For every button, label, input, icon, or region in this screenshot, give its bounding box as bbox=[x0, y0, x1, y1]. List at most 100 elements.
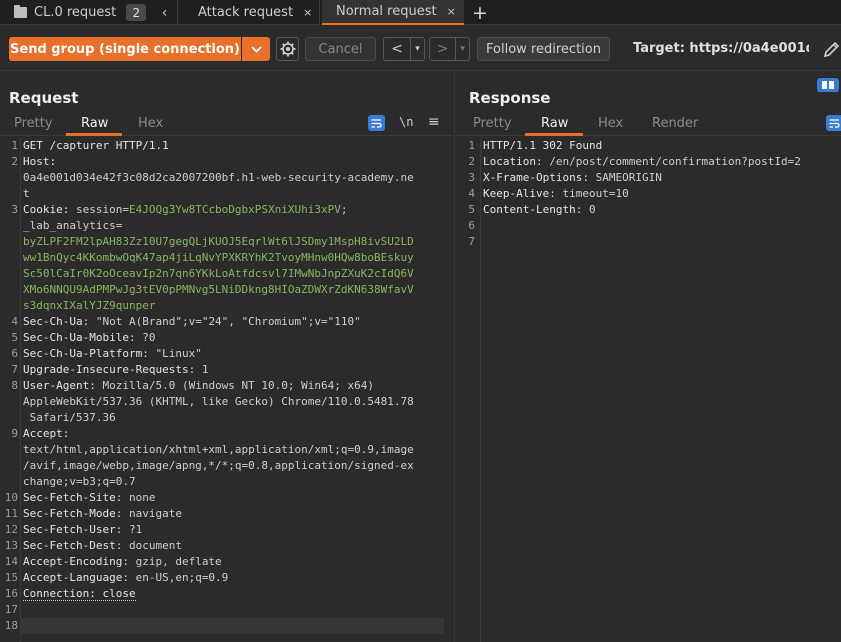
code-line: Sec-Fetch-Dest: document bbox=[23, 538, 182, 554]
code-line: Sec-Fetch-Mode: navigate bbox=[23, 506, 182, 522]
code-line: Sec-Ch-Ua-Mobile: ?0 bbox=[23, 330, 155, 346]
line-number: 17 bbox=[4, 603, 18, 616]
code-token: Sec-Ch-Ua-Mobile bbox=[23, 331, 129, 344]
hamburger-menu-icon[interactable]: ≡ bbox=[428, 114, 440, 130]
tab-request-pretty[interactable]: Pretty bbox=[14, 116, 53, 131]
code-line: HTTP/1.1 302 Found bbox=[483, 138, 602, 154]
code-token: Sec-Fetch-User bbox=[23, 523, 116, 536]
line-number: 1 bbox=[11, 139, 18, 152]
code-token: : none bbox=[115, 491, 156, 504]
code-token: Accept-Language bbox=[23, 571, 123, 584]
code-token: : timeout=10 bbox=[549, 187, 629, 200]
wrap-lines-icon[interactable] bbox=[826, 115, 841, 131]
tab-response-render[interactable]: Render bbox=[652, 116, 698, 131]
send-options-dropdown[interactable] bbox=[242, 37, 270, 61]
code-token: text/html,application/xhtml+xml,applicat… bbox=[23, 443, 414, 456]
code-token: : en-US,en;q=0.9 bbox=[122, 571, 229, 584]
code-line: Accept-Encoding: gzip, deflate bbox=[23, 554, 222, 570]
code-token: : ?0 bbox=[128, 331, 156, 344]
line-number: 8 bbox=[11, 379, 18, 392]
line-number: 10 bbox=[4, 491, 18, 504]
code-token: Sec-Ch-Ua-Platform bbox=[23, 347, 143, 360]
code-line: Sec-Fetch-Site: none bbox=[23, 490, 155, 506]
toolbar: Send group (single connection) Cancel < … bbox=[0, 25, 841, 71]
tab-attack-label: Attack request bbox=[198, 5, 294, 20]
line-number: 2 bbox=[468, 155, 475, 168]
code-token: t bbox=[23, 187, 30, 200]
pencil-icon[interactable] bbox=[822, 40, 841, 59]
tab-attack-request[interactable]: Attack request × bbox=[180, 0, 320, 25]
forward-button-group[interactable]: > ▾ bbox=[429, 37, 470, 61]
response-title: Response bbox=[469, 89, 551, 107]
code-line: Connection: close bbox=[23, 586, 136, 602]
line-number: 16 bbox=[4, 587, 18, 600]
line-number: 3 bbox=[468, 171, 475, 184]
code-line: AppleWebKit/537.36 (KHTML, like Gecko) C… bbox=[23, 394, 414, 410]
code-line: Sc50lCaIr0K2oOceavIp2n7qn6YKkLoAtfdcsvl7… bbox=[23, 266, 414, 282]
tab-response-raw[interactable]: Raw bbox=[541, 116, 568, 131]
code-token: Accept bbox=[23, 427, 63, 440]
tab-request-hex[interactable]: Hex bbox=[138, 116, 163, 131]
response-pane: Response Pretty Raw Hex Render 1 HTTP/1.1… bbox=[457, 72, 841, 642]
tab-normal-label: Normal request bbox=[336, 4, 437, 19]
code-token: X-Frame-Options bbox=[483, 171, 583, 184]
forward-history-dropdown[interactable]: ▾ bbox=[455, 38, 469, 60]
cancel-button[interactable]: Cancel bbox=[305, 37, 376, 61]
tab-collapse-arrow[interactable]: ‹ bbox=[152, 0, 178, 25]
code-token: Content-Length bbox=[483, 203, 576, 216]
code-token: : bbox=[62, 427, 70, 440]
code-line: ww1BnQyc4KKombwOqK47ap4jiLqNvYPXKRYhK2Tv… bbox=[23, 250, 414, 266]
code-token: : gzip, deflate bbox=[122, 555, 222, 568]
tab-request-raw[interactable]: Raw bbox=[81, 116, 108, 131]
line-number: 18 bbox=[4, 619, 18, 632]
close-icon[interactable]: × bbox=[447, 5, 456, 18]
code-token: : SAMEORIGIN bbox=[582, 171, 662, 184]
code-token: _lab_analytics= bbox=[23, 219, 123, 232]
code-token: Sec-Fetch-Site bbox=[23, 491, 116, 504]
wrap-lines-icon[interactable] bbox=[368, 115, 385, 131]
code-token: ; bbox=[340, 203, 348, 216]
back-history-dropdown[interactable]: ▾ bbox=[410, 38, 424, 60]
tab-response-pretty[interactable]: Pretty bbox=[473, 116, 512, 131]
line-number: 7 bbox=[468, 235, 475, 248]
add-tab-button[interactable]: + bbox=[470, 0, 490, 25]
code-line: Sec-Ch-Ua: "Not A(Brand";v="24", "Chromi… bbox=[23, 314, 361, 330]
tab-bar: CL.0 request 2 ‹ Attack request × Normal… bbox=[0, 0, 841, 25]
gutter-divider bbox=[480, 138, 481, 642]
forward-arrow-icon[interactable]: > bbox=[430, 38, 455, 60]
code-token: : 1 bbox=[188, 363, 209, 376]
tab-group-label: CL.0 request bbox=[34, 5, 117, 20]
code-line: s3dqnxIXalYJZ9qunper bbox=[23, 298, 155, 314]
settings-button[interactable] bbox=[276, 37, 299, 61]
tab-normal-request[interactable]: Normal request × bbox=[322, 0, 464, 25]
code-line: X-Frame-Options: SAMEORIGIN bbox=[483, 170, 662, 186]
show-newlines-toggle[interactable]: \n bbox=[399, 115, 413, 129]
line-number: 5 bbox=[468, 203, 475, 216]
chevron-down-icon bbox=[250, 45, 262, 53]
code-token: : document bbox=[115, 539, 182, 552]
code-line: Content-Length: 0 bbox=[483, 202, 596, 218]
send-group-button[interactable]: Send group (single connection) bbox=[9, 37, 241, 61]
back-button-group[interactable]: < ▾ bbox=[383, 37, 425, 61]
code-line: Accept-Language: en-US,en;q=0.9 bbox=[23, 570, 228, 586]
tab-response-hex[interactable]: Hex bbox=[598, 116, 623, 131]
folder-icon bbox=[14, 5, 27, 18]
request-title: Request bbox=[9, 89, 79, 107]
back-arrow-icon[interactable]: < bbox=[384, 38, 410, 60]
code-token: : "Not A(Brand";v="24", "Chromium";v="11… bbox=[82, 315, 361, 328]
layout-split-icon[interactable] bbox=[817, 78, 839, 92]
active-tab-underline bbox=[66, 133, 122, 136]
code-token: : ?1 bbox=[115, 523, 143, 536]
code-token: : /en/post/comment/confirmation?postId=2 bbox=[535, 155, 801, 168]
follow-redirection-button[interactable]: Follow redirection bbox=[477, 37, 610, 61]
code-token: byZLPF2FM2lpAH83Zz10U7gegQLjKUOJ5EqrlWt6… bbox=[23, 235, 414, 248]
close-icon[interactable]: × bbox=[303, 6, 312, 19]
code-token: E4JOQg3Yw8TCcboDgbxPSXniXUhi3xPV bbox=[128, 203, 341, 216]
current-line-highlight bbox=[20, 618, 444, 634]
code-token: Host: bbox=[23, 155, 57, 168]
code-line: Accept: bbox=[23, 426, 69, 442]
code-line: Cookie: session=E4JOQg3Yw8TCcboDgbxPSXni… bbox=[23, 202, 348, 218]
line-number: 11 bbox=[4, 507, 18, 520]
code-line: change;v=b3;q=0.7 bbox=[23, 474, 136, 490]
gutter-divider bbox=[20, 138, 21, 642]
